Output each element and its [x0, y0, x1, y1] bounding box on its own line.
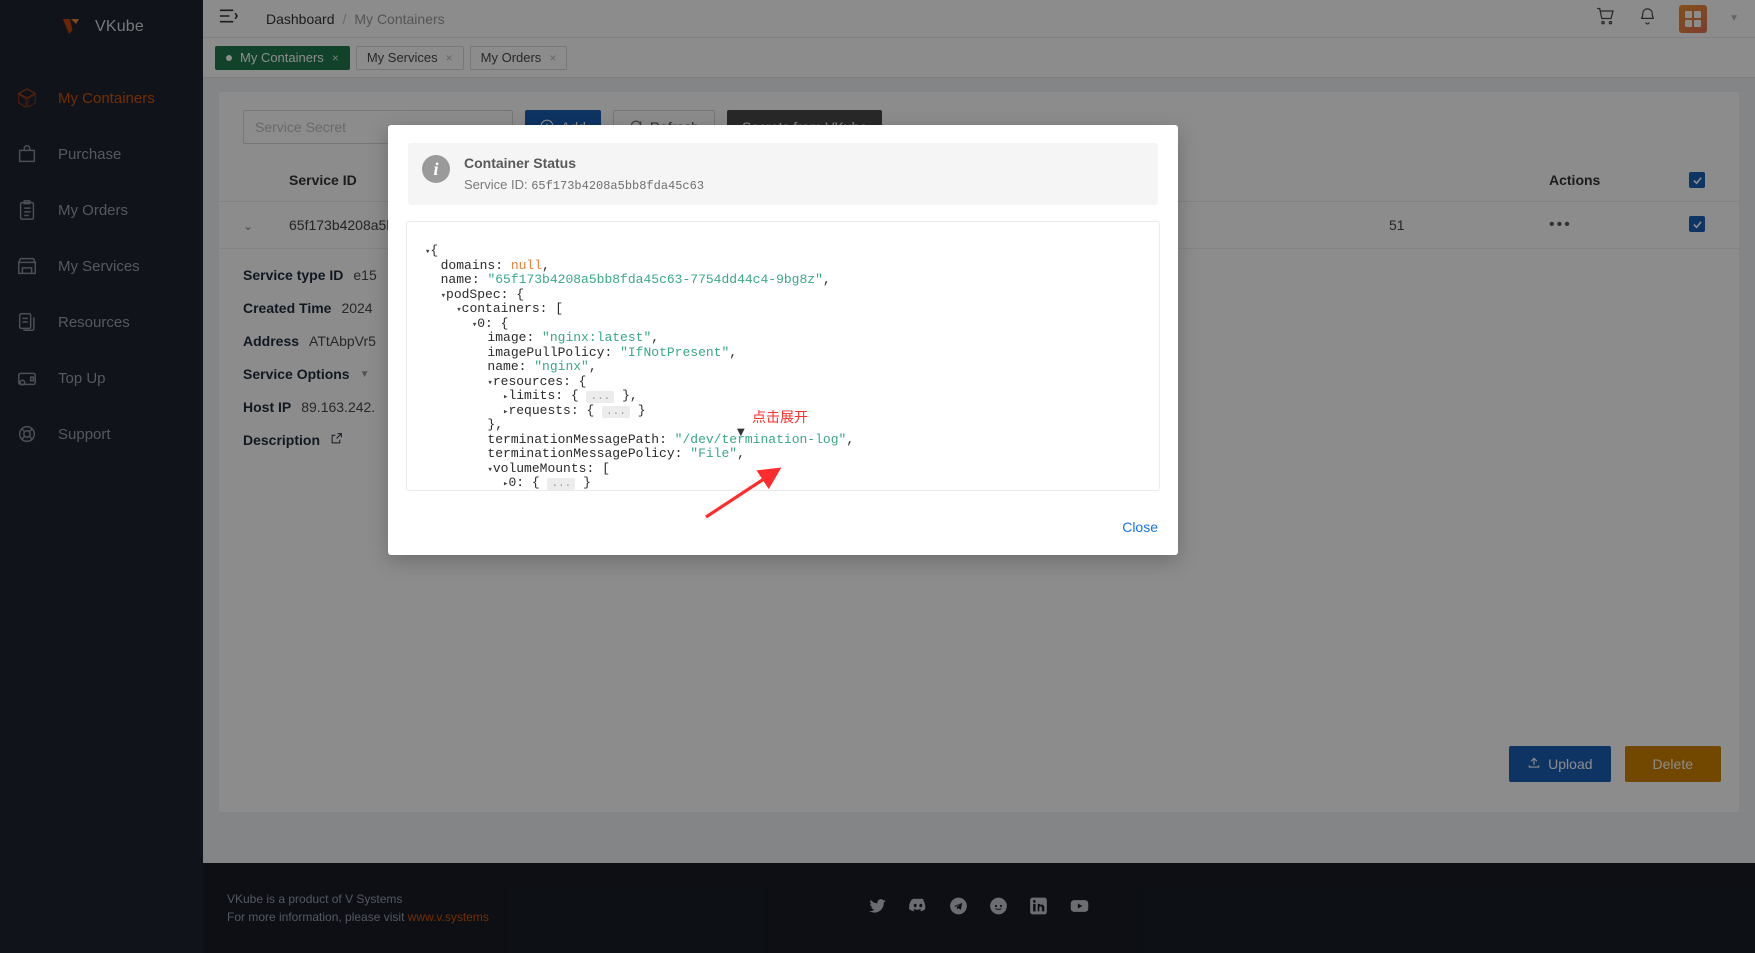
- json-brace: {: [570, 388, 587, 403]
- json-tail: ,: [729, 344, 738, 360]
- json-string-value: "65f173b4208a5bb8fda45c63-7754dd44c4-9bg…: [487, 272, 823, 287]
- json-line[interactable]: name: "65f173b4208a5bb8fda45c63-7754dd44…: [425, 272, 1159, 288]
- json-viewer[interactable]: ▾{ domains: null, name: "65f173b4208a5bb…: [406, 221, 1160, 491]
- json-key: domains: [440, 257, 496, 273]
- json-brace: {: [516, 286, 525, 302]
- json-line[interactable]: terminationMessagePolicy: "File",: [425, 446, 1159, 462]
- json-line[interactable]: ▾containers: [: [425, 301, 1159, 317]
- json-line[interactable]: name: "nginx",: [425, 359, 1159, 375]
- json-separator: :: [471, 272, 488, 287]
- service-id-value: 65f173b4208a5bb8fda45c63: [531, 179, 705, 193]
- json-key: resources: [492, 373, 564, 389]
- json-separator: :: [485, 315, 501, 331]
- json-separator: :: [659, 431, 675, 447]
- json-key: 0: [477, 315, 486, 331]
- annotation-arrow-icon: [705, 467, 782, 519]
- json-tree[interactable]: ▾{ domains: null, name: "65f173b4208a5bb…: [425, 243, 1159, 490]
- json-separator: :: [570, 402, 587, 418]
- json-tail: ,: [542, 257, 550, 273]
- triangle-down-icon[interactable]: ▾: [425, 247, 430, 257]
- json-brace: [: [555, 301, 564, 316]
- triangle-right-icon[interactable]: ▸: [503, 479, 508, 489]
- json-brace: [: [602, 460, 610, 476]
- json-separator: :: [518, 359, 535, 374]
- json-line[interactable]: ▾0: {: [425, 315, 1159, 332]
- json-null-value: null: [510, 257, 543, 273]
- info-icon: i: [422, 155, 450, 183]
- collapsed-ellipsis[interactable]: ...: [586, 391, 615, 403]
- json-separator: :: [555, 388, 571, 403]
- json-separator: :: [539, 301, 556, 316]
- json-line[interactable]: domains: null,: [425, 257, 1159, 274]
- modal-footer: Close: [1122, 519, 1158, 537]
- json-string-value: "File": [690, 446, 738, 461]
- close-button[interactable]: Close: [1122, 519, 1158, 535]
- json-tail: ,: [588, 359, 597, 374]
- json-separator: :: [586, 460, 603, 476]
- json-tail: }: [583, 475, 591, 490]
- json-key: imagePullPolicy: [487, 344, 605, 360]
- json-key: requests: [508, 402, 571, 418]
- json-tail: },: [622, 388, 638, 403]
- annotation-text: 点击展开: [752, 410, 808, 426]
- triangle-down-icon[interactable]: ▾: [472, 320, 477, 330]
- json-key: podSpec: [446, 286, 501, 302]
- json-tail: ,: [822, 272, 831, 287]
- collapsed-ellipsis[interactable]: ...: [547, 478, 576, 490]
- json-brace: {: [578, 373, 587, 389]
- json-line[interactable]: ▾resources: {: [425, 373, 1159, 390]
- json-line[interactable]: terminationMessagePath: "/dev/terminatio…: [425, 431, 1159, 448]
- json-key: volumeMounts: [492, 460, 587, 476]
- modal-service-id-row: Service ID: 65f173b4208a5bb8fda45c63: [464, 177, 704, 193]
- json-key: image: [487, 330, 527, 345]
- triangle-right-icon[interactable]: ▸: [503, 392, 508, 402]
- json-key: terminationMessagePath: [487, 431, 660, 447]
- triangle-down-icon[interactable]: ▾: [456, 305, 461, 315]
- json-line[interactable]: ▾podSpec: {: [425, 286, 1159, 303]
- json-line[interactable]: ▾{: [425, 243, 1159, 259]
- json-key: containers: [461, 301, 540, 316]
- json-line[interactable]: imagePullPolicy: "IfNotPresent",: [425, 344, 1159, 361]
- json-key: name: [487, 359, 519, 374]
- json-line[interactable]: image: "nginx:latest",: [425, 330, 1159, 346]
- json-brace: {: [500, 315, 509, 331]
- triangle-down-icon[interactable]: ▾: [441, 291, 446, 301]
- triangle-right-icon[interactable]: ▸: [503, 407, 508, 417]
- json-text: {: [430, 243, 439, 258]
- json-separator: :: [500, 286, 517, 302]
- json-tail: }: [637, 402, 646, 418]
- modal-alert: i Container Status Service ID: 65f173b42…: [408, 143, 1158, 205]
- expand-caret-icon[interactable]: ▼: [737, 427, 745, 438]
- json-string-value: "nginx:latest": [542, 330, 652, 345]
- json-key: terminationMessagePolicy: [487, 446, 675, 461]
- service-id-label: Service ID:: [464, 177, 528, 192]
- json-separator: :: [563, 373, 579, 389]
- modal-title: Container Status: [464, 155, 577, 171]
- json-text: },: [487, 417, 504, 432]
- triangle-down-icon[interactable]: ▾: [487, 378, 492, 388]
- json-separator: :: [526, 330, 543, 345]
- json-string-value: "IfNotPresent": [620, 344, 730, 360]
- json-string-value: "/dev/termination-log": [674, 431, 847, 447]
- json-scroll-area[interactable]: ▾{ domains: null, name: "65f173b4208a5bb…: [407, 222, 1159, 490]
- json-line[interactable]: ▸limits: { ... },: [425, 388, 1159, 404]
- app-root: VKube My Containers Purchase My Orders M…: [0, 0, 1755, 953]
- json-tail: ,: [846, 431, 855, 447]
- json-separator: :: [604, 344, 621, 360]
- json-tail: ,: [737, 446, 745, 461]
- json-brace: {: [586, 402, 603, 418]
- json-key: limits: [508, 388, 556, 403]
- json-string-value: "nginx": [534, 359, 589, 374]
- triangle-down-icon[interactable]: ▾: [487, 465, 492, 475]
- json-tail: ,: [651, 330, 660, 345]
- json-brace: {: [531, 475, 548, 490]
- json-separator: :: [516, 475, 532, 490]
- collapsed-ellipsis[interactable]: ...: [602, 405, 630, 418]
- json-key: name: [440, 272, 472, 287]
- json-separator: :: [674, 446, 691, 461]
- json-separator: :: [495, 257, 511, 273]
